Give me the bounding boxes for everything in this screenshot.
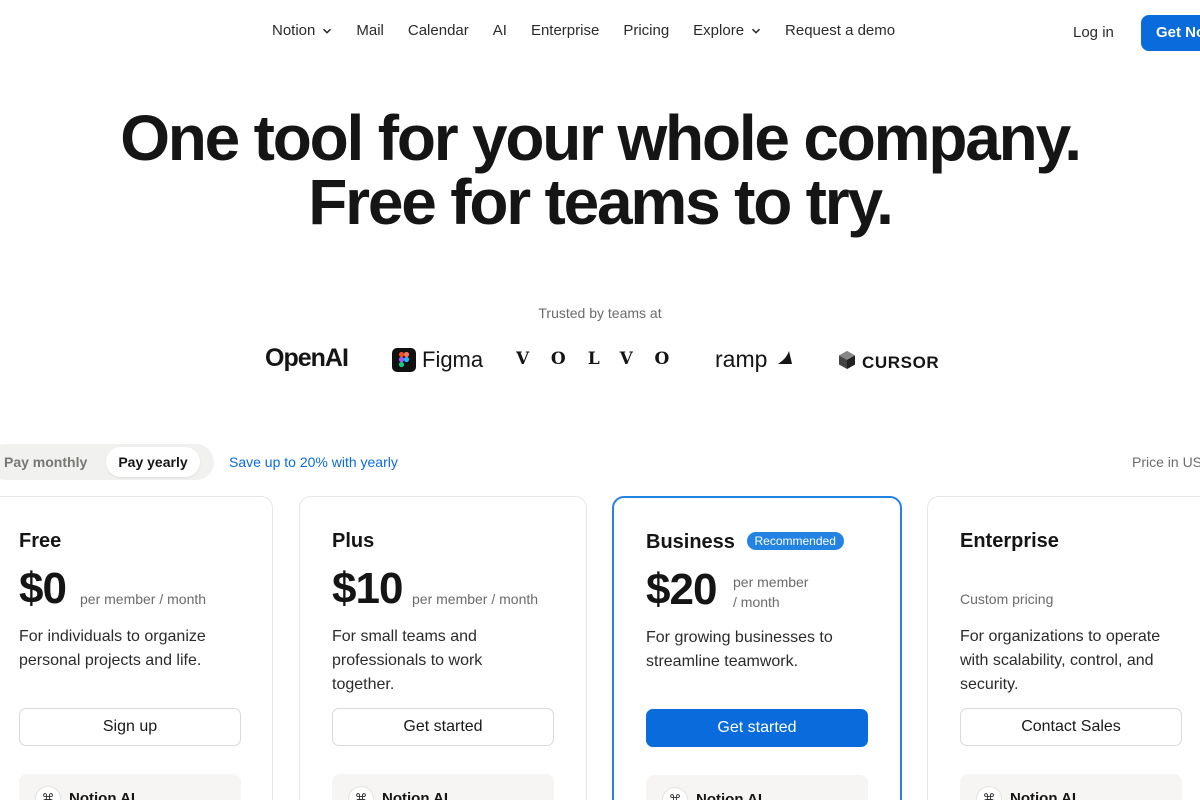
save-note: Save up to 20% with yearly	[229, 454, 398, 470]
plan-name: Plus	[332, 530, 375, 552]
custom-pricing-note: Custom pricing	[960, 591, 1054, 607]
chevron-down-icon	[751, 26, 761, 36]
notion-ai-addon: ⌘ Notion AI	[19, 774, 241, 800]
nav-item-label: Mail	[356, 22, 384, 39]
nav-item-notion[interactable]: Notion	[272, 22, 332, 39]
recommended-badge: Recommended	[746, 532, 844, 550]
nav-item-label: Pricing	[623, 22, 670, 39]
nav-item-ai[interactable]: AI	[493, 22, 507, 39]
plan-description: For organizations to operate with scalab…	[960, 628, 1161, 693]
notion-ai-label: Notion AI	[382, 790, 449, 800]
plan-description: For growing businesses to streamline tea…	[646, 629, 833, 670]
nav-item-label: Explore	[693, 22, 745, 39]
openai-logo: OpenAI	[265, 344, 349, 373]
chevron-down-icon	[322, 26, 332, 36]
trusted-by-label: Trusted by teams at	[538, 305, 662, 321]
notion-ai-label: Notion AI	[696, 791, 763, 800]
notion-ai-icon: ⌘	[976, 786, 1002, 800]
plan-price-unit: per member / month	[412, 591, 539, 607]
figma-icon	[392, 348, 416, 372]
plan-price: $20	[646, 565, 717, 614]
plan-card-enterprise: Enterprise Custom pricing For organizati…	[927, 496, 1200, 800]
notion-ai-addon: ⌘ Notion AI	[646, 775, 868, 800]
nav-item-calendar[interactable]: Calendar	[408, 22, 469, 39]
currency-note: Price in US$	[1132, 454, 1200, 470]
nav-item-enterprise[interactable]: Enterprise	[531, 22, 599, 39]
notion-ai-icon: ⌘	[35, 786, 61, 800]
notion-ai-label: Notion AI	[69, 790, 136, 800]
nav-item-label: AI	[492, 22, 507, 39]
top-nav: Notion Mail Calendar AI Enterprise Prici…	[0, 0, 1200, 66]
customer-logos: OpenAI Figma VOLVO ramp CURSOR	[0, 340, 1200, 380]
volvo-logo: VOLVO	[516, 349, 691, 369]
plan-card-business: Business Recommended $20 per member / mo…	[612, 496, 902, 800]
ramp-icon	[775, 346, 795, 373]
ramp-logo-text: ramp	[715, 346, 768, 372]
nav-item-label: Calendar	[407, 22, 469, 39]
hero-headline: One tool for your whole company. Free fo…	[0, 106, 1200, 234]
figma-logo-text: Figma	[422, 347, 484, 372]
openai-logo-text: OpenAI	[265, 344, 349, 372]
plan-price-unit: per member / month	[80, 591, 207, 607]
volvo-logo-text: VOLVO	[516, 349, 692, 369]
plan-description: For small teams and professionals to wor…	[332, 628, 483, 693]
plan-description: For individuals to organize personal pro…	[19, 628, 206, 669]
contact-sales-button[interactable]: Contact Sales	[960, 708, 1182, 746]
plan-price: $0	[19, 564, 67, 613]
cursor-logo-text: CURSOR	[862, 352, 940, 372]
plan-name: Business Recommended	[646, 531, 844, 554]
nav-item-label: Notion	[272, 22, 316, 39]
notion-ai-icon: ⌘	[662, 787, 688, 800]
nav-links: Notion Mail Calendar AI Enterprise Prici…	[272, 22, 895, 39]
notion-ai-label: Notion AI	[1010, 790, 1077, 800]
plan-card-free: Free $0 per member / month For individua…	[0, 496, 273, 800]
hero-headline-line2: Free for teams to try.	[308, 166, 894, 238]
pay-monthly-option[interactable]: Pay monthly	[4, 447, 87, 477]
plan-price-unit: per member / month	[733, 572, 833, 612]
hero-headline-line1: One tool for your whole company.	[120, 102, 1082, 174]
plan-price-unit-line1: per member	[733, 574, 809, 590]
get-started-button[interactable]: Get started	[332, 708, 554, 746]
plan-card-plus: Plus $10 per member / month For small te…	[299, 496, 587, 800]
sign-up-button[interactable]: Sign up	[19, 708, 241, 746]
notion-ai-addon: ⌘ Notion AI	[332, 774, 554, 800]
ramp-logo: ramp	[715, 346, 795, 373]
billing-toggle: Pay monthly Pay yearly	[0, 444, 214, 480]
nav-item-request-demo[interactable]: Request a demo	[785, 22, 895, 39]
nav-item-pricing[interactable]: Pricing	[623, 22, 669, 39]
cursor-logo: CURSOR	[838, 350, 939, 375]
cursor-cube-icon	[838, 350, 856, 375]
notion-ai-addon: ⌘ Notion AI	[960, 774, 1182, 800]
nav-item-label: Enterprise	[530, 22, 600, 39]
plan-price-unit-line2: / month	[733, 594, 780, 610]
plan-name: Free	[19, 530, 62, 552]
notion-ai-icon: ⌘	[348, 786, 374, 800]
get-started-button[interactable]: Get started	[646, 709, 868, 747]
plan-name: Enterprise	[960, 530, 1059, 552]
figma-logo: Figma	[392, 347, 483, 373]
login-link[interactable]: Log in	[1073, 24, 1114, 41]
pay-yearly-option[interactable]: Pay yearly	[106, 447, 200, 477]
plan-price: $10	[332, 564, 403, 613]
hero: One tool for your whole company. Free fo…	[0, 106, 1200, 234]
nav-item-mail[interactable]: Mail	[356, 22, 384, 39]
plan-name-text: Business	[646, 531, 735, 553]
nav-item-label: Request a demo	[785, 22, 896, 39]
get-notion-free-button[interactable]: Get Notion free	[1141, 15, 1200, 51]
nav-item-explore[interactable]: Explore	[693, 22, 761, 39]
